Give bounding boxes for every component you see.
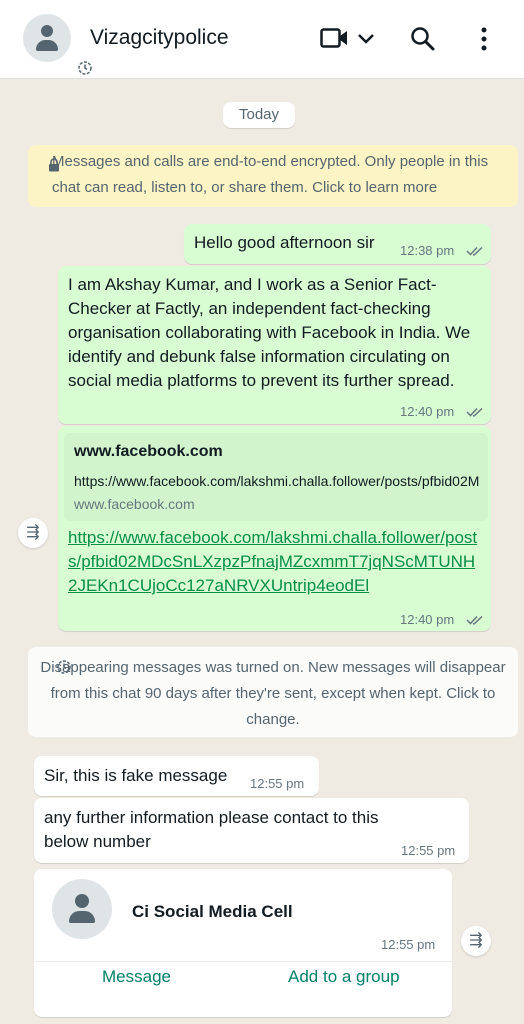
chat-title[interactable]: Vizagcitypolice [90, 26, 229, 50]
message-time: 12:55 pm [250, 776, 305, 791]
message-time: 12:55 pm [401, 843, 456, 858]
message-text: Sir, this is fake message [44, 766, 228, 785]
message-link[interactable]: https://www.facebook.com/lakshmi.challa.… [68, 526, 482, 598]
outgoing-message[interactable]: Hello good afternoon sir 12:38 pm [184, 224, 491, 264]
divider [34, 961, 452, 962]
outgoing-message[interactable]: I am Akshay Kumar, and I work as a Senio… [58, 266, 491, 424]
forward-button[interactable]: ⇶ [18, 518, 48, 548]
contact-avatar[interactable] [23, 14, 95, 78]
date-divider: Today [223, 102, 295, 128]
contact-card-name[interactable]: Ci Social Media Cell [132, 902, 293, 922]
read-receipt-icon [466, 615, 483, 625]
message-time: 12:38 pm [400, 243, 455, 258]
chat-header: Vizagcitypolice [0, 0, 524, 79]
encryption-notice[interactable]: Messages and calls are end-to-end encryp… [28, 145, 518, 207]
link-preview-title: www.facebook.com [74, 443, 223, 460]
message-text: I am Akshay Kumar, and I work as a Senio… [68, 275, 471, 390]
forward-icon: ⇶ [26, 524, 40, 541]
message-text: Hello good afternoon sir [194, 233, 375, 252]
disappearing-messages-notice[interactable]: Disappearing messages was turned on. New… [28, 647, 518, 737]
message-time: 12:40 pm [400, 404, 455, 419]
video-call-icon[interactable] [320, 27, 348, 54]
read-receipt-icon [466, 246, 483, 256]
chat-area[interactable]: Today Messages and calls are end-to-end … [0, 79, 524, 1024]
contact-card-message[interactable]: Ci Social Media Cell 12:55 pm Message Ad… [34, 869, 452, 1017]
message-time: 12:40 pm [400, 612, 455, 627]
more-vert-icon[interactable] [480, 27, 488, 56]
message-time: 12:55 pm [381, 937, 436, 952]
encryption-notice-text: Messages and calls are end-to-end encryp… [52, 153, 489, 196]
message-text: any further information please contact t… [44, 808, 379, 851]
disappearing-timer-icon [57, 660, 71, 674]
disappearing-timer-icon [75, 58, 95, 78]
forward-button[interactable]: ⇶ [461, 926, 491, 956]
message-contact-button[interactable]: Message [102, 967, 171, 987]
incoming-message[interactable]: any further information please contact t… [34, 798, 469, 863]
disappearing-notice-text: Disappearing messages was turned on. New… [40, 659, 506, 728]
chevron-down-icon[interactable] [357, 32, 375, 50]
link-preview-domain: www.facebook.com [74, 496, 195, 512]
add-to-group-button[interactable]: Add to a group [288, 967, 400, 987]
lock-icon [48, 155, 60, 181]
incoming-message[interactable]: Sir, this is fake message 12:55 pm [34, 756, 319, 796]
read-receipt-icon [466, 407, 483, 417]
link-preview-card[interactable]: www.facebook.com https://www.facebook.co… [64, 433, 488, 521]
forward-icon: ⇶ [469, 932, 483, 949]
contact-card-avatar[interactable] [52, 879, 112, 939]
search-icon[interactable] [410, 26, 436, 57]
link-preview-url: https://www.facebook.com/lakshmi.challa.… [74, 473, 479, 489]
